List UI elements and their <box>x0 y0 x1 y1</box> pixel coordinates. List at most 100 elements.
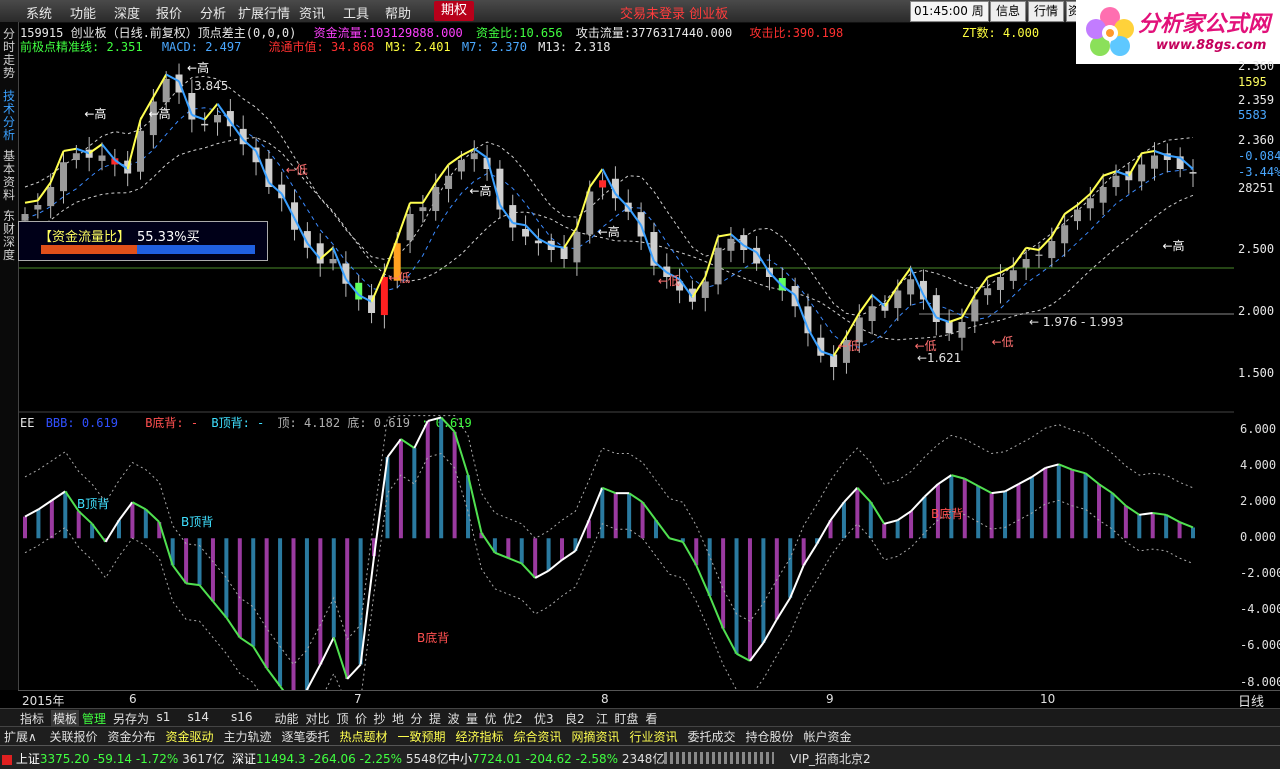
toolbar1-item[interactable]: 地 <box>392 710 404 727</box>
toolbar2-item[interactable]: 一致预期 <box>398 728 446 745</box>
macd-bar <box>63 491 68 539</box>
menu-depth[interactable]: 深度 <box>114 3 140 22</box>
toolbar2-item[interactable]: 经济指标 <box>456 728 504 745</box>
macd-bar <box>841 502 846 539</box>
macd-bar <box>224 538 229 618</box>
toolbar2-item[interactable]: 委托成交 <box>688 728 736 745</box>
menu-quote[interactable]: 报价 <box>156 3 182 22</box>
macd-segment <box>51 490 66 502</box>
toolbar2-item[interactable]: 资金驱动 <box>166 728 214 745</box>
toolbar2-item[interactable]: 行业资讯 <box>630 728 678 745</box>
main-chart[interactable]: ←高←高←高←高←高←高←高←高←高←低←低←低←低←低←低3.845←1.62… <box>19 52 1234 706</box>
toolbar1-item[interactable]: 动能 <box>275 710 299 727</box>
menu-analysis[interactable]: 分析 <box>200 3 226 22</box>
toolbar1-item[interactable]: 分 <box>411 710 423 727</box>
macd-segment <box>816 519 832 545</box>
toolbar2-item[interactable]: 扩展∧ <box>4 728 37 745</box>
trend-segment <box>614 193 629 208</box>
toolbar1-item[interactable]: 优3 <box>534 710 554 727</box>
macd-segment <box>521 562 536 579</box>
toolbar1-item[interactable]: s14 <box>188 710 210 724</box>
b-bottom-marker-1: B底背 <box>417 630 449 645</box>
toolbar2-item[interactable]: 热点题材 <box>340 728 388 745</box>
menu-tools[interactable]: 工具 <box>343 3 369 22</box>
toolbar2-item[interactable]: 逐笔委托 <box>282 728 330 745</box>
sh-amount: 3617亿 <box>182 752 225 766</box>
toolbar1-item[interactable]: 指标 <box>20 710 44 727</box>
macd-segment <box>171 564 187 584</box>
toolbar1-item[interactable]: 量 <box>466 710 478 727</box>
sme-index[interactable]: 中小7724.01 -204.62 -2.58% 2348亿 <box>448 750 664 767</box>
menu-extended-market[interactable]: 扩展行情 <box>238 3 290 22</box>
toolbar1-item[interactable]: 优 <box>485 710 497 727</box>
toolbar1-item[interactable]: 优2 <box>503 710 523 727</box>
sh-index[interactable]: 上证3375.20 -59.14 -1.72% 3617亿 <box>2 750 225 767</box>
toolbar1-item[interactable]: 顶 <box>337 710 349 727</box>
toolbar1-item[interactable]: 价 <box>355 710 367 727</box>
low-marker: ←低 <box>388 271 410 285</box>
macd-segment <box>587 487 604 521</box>
tab-eastmoney-depth[interactable]: 东财深度 <box>1 210 17 262</box>
tab-fundamental[interactable]: 基本资料 <box>1 150 17 202</box>
toolbar1-item[interactable]: 良2 <box>565 710 585 727</box>
sh-value: 3375.20 <box>39 752 90 766</box>
toolbar2-item[interactable]: 综合资讯 <box>514 728 562 745</box>
candle-body <box>971 299 979 322</box>
macd-bar <box>1029 476 1034 539</box>
macd-bar <box>412 448 417 539</box>
toolbar1-item[interactable]: s16 <box>231 710 253 724</box>
zx-pct: -2.58% <box>575 752 619 766</box>
quote-button[interactable]: 行情 <box>1028 1 1064 22</box>
status-bar: 上证3375.20 -59.14 -1.72% 3617亿 深证11494.3 … <box>0 745 1280 769</box>
toolbar1-item[interactable]: 另存为 <box>113 710 149 727</box>
toolbar1-item[interactable]: s1 <box>157 710 171 724</box>
tab-options[interactable]: 期权 <box>434 1 474 21</box>
macd-segment <box>91 523 107 543</box>
toolbar1-item[interactable]: 抄 <box>374 710 386 727</box>
tab-intraday[interactable]: 分时走势 <box>1 28 17 80</box>
candle-body <box>432 187 440 212</box>
sh-pct: -1.72% <box>135 752 179 766</box>
toolbar2-item[interactable]: 持仓股份 <box>746 728 794 745</box>
toolbar2-item[interactable]: 主力轨迹 <box>224 728 272 745</box>
toolbar1-item[interactable]: 波 <box>448 710 460 727</box>
macd-bar <box>721 538 726 629</box>
toolbar1-item[interactable]: 对比 <box>306 710 330 727</box>
macd-bar <box>1191 527 1195 539</box>
toolbar2-item[interactable]: 关联报价 <box>50 728 98 745</box>
sz-index[interactable]: 深证11494.3 -264.06 -2.25% 5548亿 <box>232 750 448 767</box>
toolbar1-item[interactable]: 盯盘 <box>615 710 639 727</box>
toolbar2-item[interactable]: 网摘资讯 <box>572 728 620 745</box>
vip-server[interactable]: VIP_招商北京2 <box>790 750 871 767</box>
toolbar2-item[interactable]: 帐户资金 <box>804 728 852 745</box>
macd-bar <box>36 509 41 539</box>
tab-technical[interactable]: 技术分析 <box>1 90 17 142</box>
candle-body <box>1086 198 1094 209</box>
toolbar1-item[interactable]: 看 <box>646 710 658 727</box>
macd-segment <box>775 597 792 620</box>
info-button[interactable]: 信息 <box>990 1 1026 22</box>
macd-segment <box>1071 468 1086 475</box>
axis-upper-label: -0.084 <box>1238 149 1280 163</box>
macd-bar <box>1150 513 1155 539</box>
candle-body <box>406 214 414 241</box>
candle-body <box>34 205 42 210</box>
macd-segment <box>1017 476 1033 486</box>
toolbar2-item[interactable]: 资金分布 <box>108 728 156 745</box>
macd-bar <box>788 538 793 598</box>
macd-segment <box>856 487 872 503</box>
toolbar1-item[interactable]: 模板 <box>51 710 80 727</box>
menu-system[interactable]: 系统 <box>26 3 52 22</box>
toolbar1-item[interactable]: 管理 <box>82 710 106 727</box>
macd-bar <box>76 511 81 539</box>
macd-segment <box>1084 472 1100 485</box>
toolbar1-item[interactable]: 江 <box>596 710 608 727</box>
macd-segment <box>561 550 576 561</box>
menu-function[interactable]: 功能 <box>70 3 96 22</box>
x-label-jul: 7 <box>354 692 362 706</box>
menu-news[interactable]: 资讯 <box>299 3 325 22</box>
candle-body <box>1150 155 1158 169</box>
menu-help[interactable]: 帮助 <box>385 3 411 22</box>
macd-bar <box>868 502 873 539</box>
toolbar1-item[interactable]: 提 <box>429 710 441 727</box>
